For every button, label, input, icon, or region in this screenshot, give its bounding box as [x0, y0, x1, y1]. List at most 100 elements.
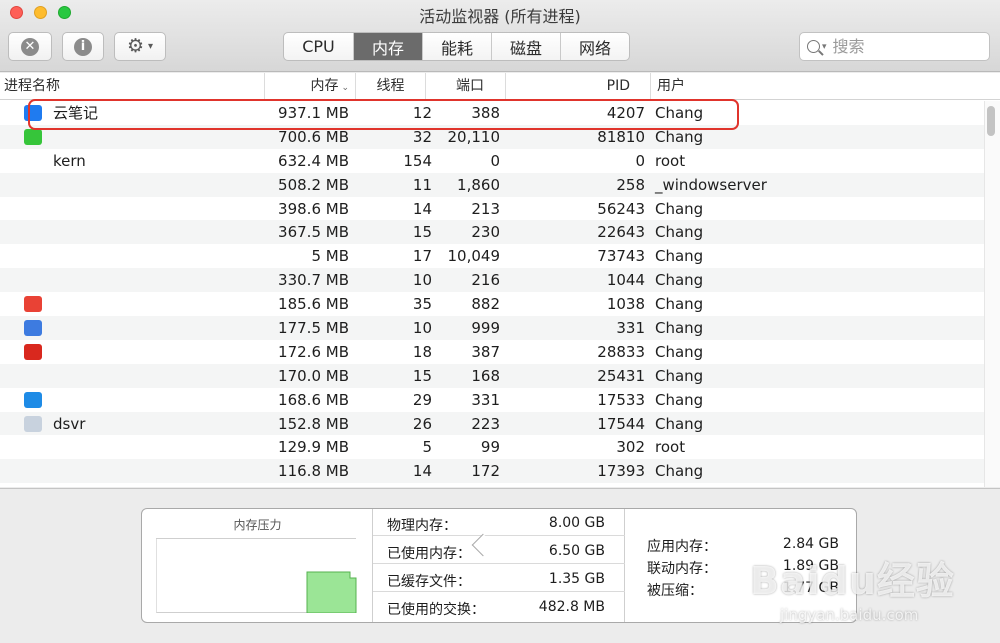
cell-user: Chang — [655, 199, 704, 218]
column-header-threads[interactable]: 线程 — [355, 73, 425, 100]
search-icon — [807, 40, 820, 53]
cell-pid: 17393 — [597, 462, 645, 481]
cell-user: Chang — [655, 366, 704, 385]
table-row[interactable]: dsvr 152.8 MB 26 223 17544 Chang — [0, 411, 984, 436]
cell-user: Chang — [655, 414, 704, 433]
cell-memory: 116.8 MB — [278, 462, 349, 481]
process-table: 进程名称 内存 ⌄ 线程 端口 PID 用户 云笔记 937.1 MB 12 388 42… — [0, 73, 1000, 487]
cell-pid: 331 — [616, 319, 645, 338]
cell-name — [53, 364, 253, 388]
cell-memory: 152.8 MB — [278, 414, 349, 433]
stat-value: 8.00 GB — [548, 515, 605, 531]
tab-1[interactable]: 内存 — [353, 33, 422, 60]
cell-ports: 99 — [480, 438, 500, 457]
scrollbar-thumb[interactable] — [987, 106, 995, 136]
cell-memory: 367.5 MB — [278, 223, 349, 242]
cell-user: Chang — [655, 390, 704, 409]
cell-ports: 1,860 — [457, 175, 500, 194]
scroll-track[interactable] — [984, 101, 1000, 487]
app-icon — [24, 415, 42, 432]
cell-name: dsvr — [53, 414, 86, 433]
cell-pid: 28833 — [597, 342, 645, 361]
cell-user: root — [655, 151, 686, 170]
column-header-memory[interactable]: 内存 ⌄ — [264, 73, 355, 100]
cell-memory: 330.7 MB — [278, 271, 349, 290]
cell-memory: 632.4 MB — [278, 151, 349, 170]
column-header-name[interactable]: 进程名称 — [4, 73, 264, 100]
cell-threads: 10 — [412, 271, 432, 290]
cell-user: Chang — [655, 271, 704, 290]
action-menu-button[interactable]: ⚙ ▾ — [114, 32, 166, 61]
category-tabs: CPU 内存 能耗 磁盘 网络 — [283, 32, 630, 61]
search-field[interactable]: ▾ — [799, 32, 990, 61]
cell-threads: 14 — [412, 199, 432, 218]
cell-ports: 216 — [471, 271, 500, 290]
memory-summary-panel: 内存压力 物理内存： 8.00 GB 已使用内存： 6.50 GB 已缓存文件： 1.35… — [141, 508, 857, 623]
cell-user: Chang — [655, 247, 704, 266]
table-row[interactable]: 330.7 MB 10 216 1044 Chang — [0, 268, 984, 293]
cell-threads: 5 — [422, 438, 432, 457]
breakdown-value: 1.89 GB — [782, 558, 839, 574]
cell-ports: 168 — [471, 366, 500, 385]
chevron-down-icon: ▾ — [148, 41, 154, 52]
app-icon — [24, 296, 42, 313]
cell-name — [53, 292, 253, 316]
cell-threads: 15 — [412, 223, 432, 242]
gear-icon: ⚙ — [126, 35, 144, 57]
table-row[interactable]: kern 632.4 MB 154 0 0 root — [0, 149, 984, 173]
search-options-chevron-icon: ▾ — [822, 41, 827, 52]
column-header-user[interactable]: 用户 — [650, 73, 984, 100]
tab-3[interactable]: 磁盘 — [491, 33, 560, 60]
app-icon — [24, 343, 42, 360]
quit-process-button[interactable]: ✕ — [8, 32, 52, 61]
cell-user: _windowserver — [655, 175, 767, 194]
stat-row: 已缓存文件： 1.35 GB — [373, 565, 625, 592]
table-row[interactable]: 170.0 MB 15 168 25431 Chang — [0, 363, 984, 388]
cell-ports: 230 — [471, 223, 500, 242]
breakdown-row: 联动内存： 1.89 GB — [647, 558, 839, 578]
table-row[interactable]: 116.8 MB 14 172 17393 Chang — [0, 459, 984, 484]
search-input[interactable] — [832, 37, 973, 56]
cell-memory: 508.2 MB — [278, 175, 349, 194]
cell-memory: 5 MB — [311, 247, 349, 266]
stat-label: 已使用内存： — [387, 546, 471, 562]
tab-0[interactable]: CPU — [284, 33, 353, 60]
stat-value: 1.35 GB — [548, 571, 605, 587]
tab-2[interactable]: 能耗 — [422, 33, 491, 60]
window-title: 活动监视器 (所有进程) — [419, 7, 581, 26]
cell-memory: 185.6 MB — [278, 295, 349, 314]
cell-name — [53, 173, 253, 197]
cell-pid: 73743 — [597, 247, 645, 266]
table-row[interactable]: 5 MB 17 10,049 73743 Chang — [0, 244, 984, 268]
table-row[interactable]: 367.5 MB 15 230 22643 Chang — [0, 220, 984, 245]
table-row[interactable]: 177.5 MB 10 999 331 Chang — [0, 316, 984, 340]
cell-memory: 170.0 MB — [278, 366, 349, 385]
table-row[interactable]: 508.2 MB 11 1,860 258 _windowserver — [0, 172, 984, 197]
table-row[interactable]: 398.6 MB 14 213 56243 Chang — [0, 197, 984, 221]
pressure-fill — [306, 571, 357, 614]
stat-label: 已使用的交换： — [387, 602, 485, 618]
cell-ports: 0 — [490, 151, 500, 170]
cell-ports: 387 — [471, 342, 500, 361]
tab-4[interactable]: 网络 — [560, 33, 629, 60]
cell-name — [53, 220, 253, 244]
memory-stats: 物理内存： 8.00 GB 已使用内存： 6.50 GB 已缓存文件： 1.35 GB 已使… — [373, 509, 625, 622]
cell-user: Chang — [655, 319, 704, 338]
cell-name — [53, 388, 253, 412]
table-row[interactable]: 185.6 MB 35 882 1038 Chang — [0, 292, 984, 316]
table-row[interactable]: 168.6 MB 29 331 17533 Chang — [0, 388, 984, 412]
process-rows: 云笔记 937.1 MB 12 388 4207 Chang 700.6 MB 32 20,11… — [0, 101, 984, 484]
cell-name — [53, 459, 253, 483]
column-header-pid[interactable]: PID — [505, 73, 650, 100]
stop-icon: ✕ — [21, 37, 39, 56]
column-header-ports[interactable]: 端口 — [425, 73, 505, 100]
breakdown-value: 2.84 GB — [782, 536, 839, 552]
cell-memory: 129.9 MB — [278, 438, 349, 457]
table-row[interactable]: 172.6 MB 18 387 28833 Chang — [0, 340, 984, 364]
cell-threads: 35 — [412, 295, 432, 314]
cell-memory: 177.5 MB — [278, 319, 349, 338]
breakdown-value: 1.77 GB — [782, 580, 839, 596]
stat-label: 物理内存： — [387, 518, 457, 534]
table-row[interactable]: 129.9 MB 5 99 302 root — [0, 435, 984, 459]
inspect-process-button[interactable]: i — [62, 32, 104, 61]
